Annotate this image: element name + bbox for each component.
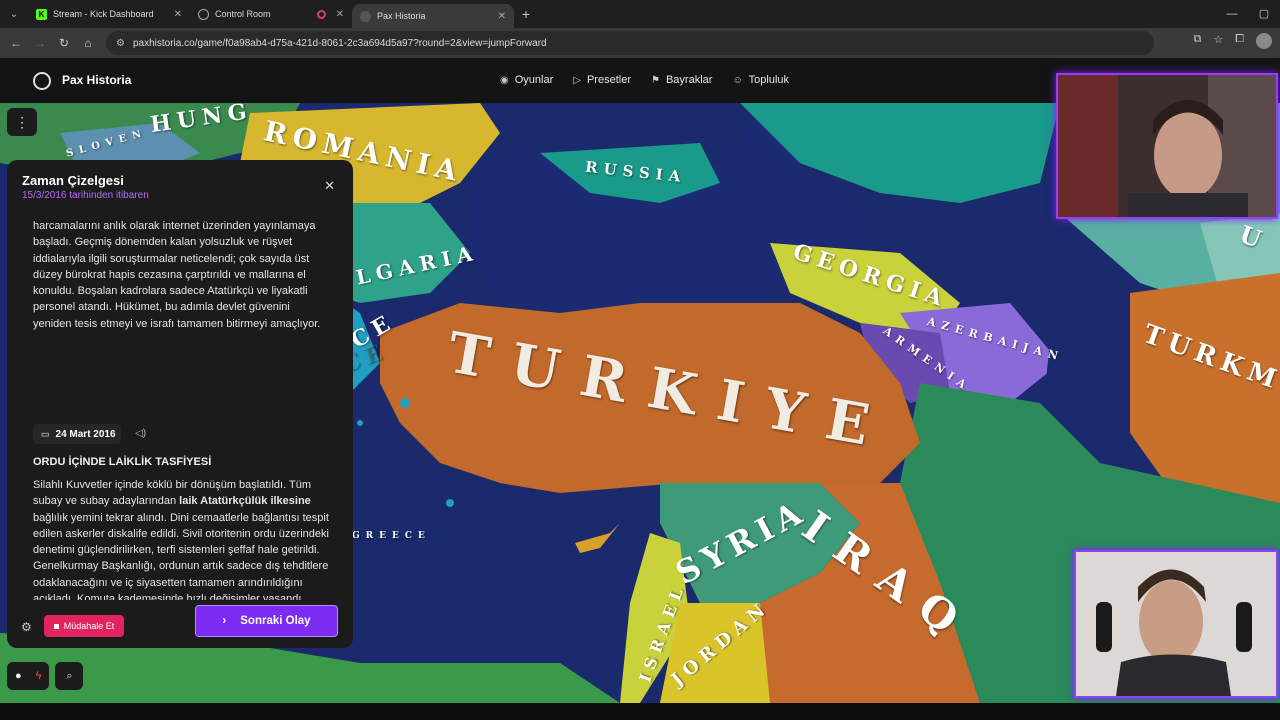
main-nav: ◉ Oyunlar ▷ Presetler ⚑ Bayraklar ☺ Topluluk (500, 74, 789, 86)
site-info-icon[interactable]: ⚙ (116, 38, 125, 49)
timeline-footer: ⚙ Müdahale Et › Sonraki Olay (7, 600, 353, 648)
event-date-badge: ▭ 24 Mart 2016 (33, 424, 121, 444)
intervene-label: Müdahale Et (63, 621, 115, 631)
webcam-feed-top (1058, 75, 1276, 217)
flag-icon: ⚑ (651, 74, 660, 86)
settings-gear-icon[interactable]: ⚙ (21, 620, 32, 634)
timeline-panel: Zaman Çizelgesi 15/3/2016 tarihinden iti… (7, 160, 353, 648)
next-event-label: Sonraki Olay (240, 615, 311, 627)
nav-oyunlar[interactable]: ◉ Oyunlar (500, 74, 553, 86)
map-search-button[interactable]: ⌕ (55, 662, 84, 690)
tab-title: Pax Historia (377, 11, 426, 21)
close-tab-icon[interactable]: ✕ (498, 11, 506, 22)
nav-bayraklar[interactable]: ⚑ Bayraklar (651, 74, 712, 86)
speaker-icon[interactable]: ◁) (135, 428, 146, 439)
calendar-icon: ▭ (41, 428, 50, 439)
nav-label: Presetler (586, 74, 631, 86)
users-icon: ☺ (732, 74, 743, 86)
browser-tab-bar: ⌄ K Stream - Kick Dashboard ✕ Control Ro… (0, 0, 1280, 28)
nav-presetler[interactable]: ▷ Presetler (573, 74, 631, 86)
cast-icon[interactable]: ⧉ (1193, 33, 1201, 49)
event-text-bold: laik Atatürkçülük ilkesine (179, 495, 311, 508)
url-text: paxhistoria.co/game/f0a98ab4-d75a-421d-8… (132, 37, 547, 49)
nav-label: Oyunlar (514, 74, 554, 86)
event-text-part: bağlılık yemini tekrar alındı. Dini cema… (33, 511, 329, 600)
extensions-icon[interactable]: ⧠ (1235, 33, 1244, 49)
pax-favicon-icon (360, 10, 371, 22)
timeline-subtitle: 15/3/2016 tarihinden itibaren (22, 190, 149, 201)
timeline-scroll-area[interactable]: harcamalarını anlık olarak internet üzer… (7, 210, 353, 600)
previous-event-text: harcamalarını anlık olarak internet üzer… (33, 220, 321, 330)
lightning-icon[interactable]: ϟ (36, 670, 42, 682)
chat-tools: ● ϟ (7, 662, 50, 690)
bottom-strip (0, 703, 1280, 720)
recording-icon (316, 9, 326, 19)
toolbar-actions: ⧉ ☆ ⧠ (1193, 33, 1272, 49)
address-bar[interactable]: ⚙ paxhistoria.co/game/f0a98ab4-d75a-421d… (106, 31, 1154, 55)
pax-logo-icon[interactable] (33, 72, 51, 90)
window-controls: — ▢ (1216, 0, 1280, 28)
event-date: 24 Mart 2016 (55, 428, 116, 440)
profile-avatar[interactable] (1256, 33, 1272, 49)
app-logo-text[interactable]: Pax Historia (62, 73, 131, 87)
event-description: Silahlı Kuvvetler içinde köklü bir dönüş… (33, 477, 329, 600)
timeline-title: Zaman Çizelgesi (22, 173, 124, 188)
home-icon[interactable]: ⌂ (76, 36, 100, 50)
stop-square-icon (53, 623, 59, 629)
event-title: ORDU İÇİNDE LAİKLİK TASFİYESİ (33, 456, 212, 468)
gamepad-icon: ◉ (500, 74, 509, 86)
intervene-button[interactable]: Müdahale Et (44, 615, 124, 637)
chevron-right-icon: › (222, 615, 227, 627)
tab-kick-dashboard[interactable]: K Stream - Kick Dashboard ✕ (28, 0, 190, 28)
close-icon[interactable]: ✕ (324, 178, 335, 194)
nav-topluluk[interactable]: ☺ Topluluk (732, 74, 789, 86)
webcam-overlay-top (1056, 73, 1278, 219)
back-icon[interactable]: ← (4, 36, 28, 50)
tab-pax-historia[interactable]: Pax Historia ✕ (352, 4, 514, 28)
maximize-icon[interactable]: ▢ (1248, 0, 1280, 28)
nav-label: Bayraklar (665, 74, 713, 86)
globe-icon (198, 8, 209, 20)
tab-search-icon[interactable]: ⌄ (0, 0, 28, 28)
map-menu-button[interactable]: ⋮ (7, 108, 37, 136)
nav-label: Topluluk (748, 74, 790, 86)
webcam-overlay-bottom (1074, 550, 1278, 698)
new-tab-button[interactable]: + (514, 6, 538, 22)
tab-title: Stream - Kick Dashboard (53, 9, 154, 19)
next-event-button[interactable]: › Sonraki Olay (195, 605, 338, 637)
webcam-feed-bottom (1076, 552, 1276, 696)
search-icon: ⌕ (66, 669, 73, 682)
map-label-greece-small: GREECE (352, 531, 431, 541)
minimize-icon[interactable]: — (1216, 0, 1248, 28)
reload-icon[interactable]: ↻ (52, 36, 76, 50)
kick-favicon-icon: K (36, 8, 47, 20)
bottom-toolbar: ● ϟ ⌕ (7, 662, 84, 690)
tab-title: Control Room (215, 9, 271, 19)
forward-icon[interactable]: → (28, 36, 52, 50)
close-tab-icon[interactable]: ✕ (336, 9, 344, 20)
tab-control-room[interactable]: Control Room ✕ (190, 0, 352, 28)
play-icon: ▷ (573, 74, 581, 86)
chat-bubble-icon[interactable]: ● (15, 670, 22, 682)
close-tab-icon[interactable]: ✕ (174, 9, 182, 20)
bookmark-star-icon[interactable]: ☆ (1213, 33, 1223, 49)
browser-toolbar: ← → ↻ ⌂ ⚙ paxhistoria.co/game/f0a98ab4-d… (0, 28, 1280, 58)
